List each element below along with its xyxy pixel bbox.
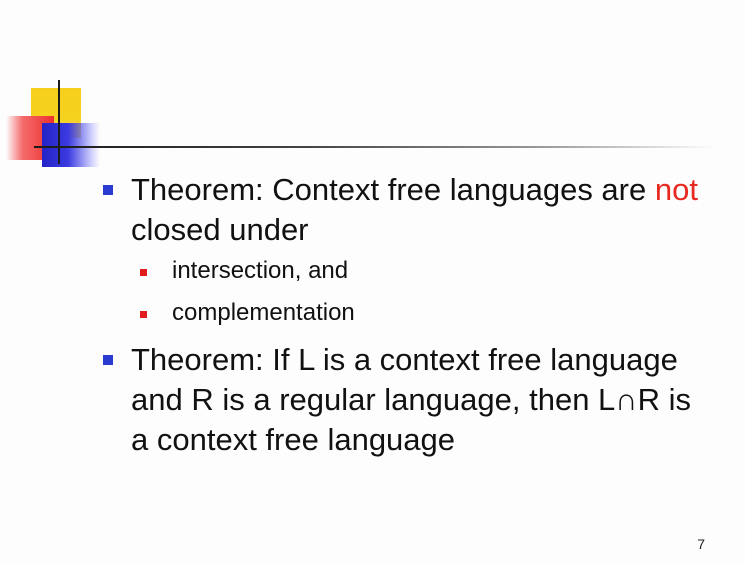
bullet-1-text-before: Theorem: Context free languages are xyxy=(131,172,655,207)
bullet-item-1: Theorem: Context free languages are not … xyxy=(103,170,713,250)
slide: Theorem: Context free languages are not … xyxy=(0,0,745,562)
sub-bullet-1-text: intersection, and xyxy=(172,257,349,284)
small-square-bullet-icon xyxy=(140,269,147,276)
page-number: 7 xyxy=(697,536,705,552)
small-square-bullet-icon xyxy=(140,311,147,318)
square-bullet-icon xyxy=(103,355,113,365)
bullet-1-emphasis: not xyxy=(654,172,698,207)
corner-logo-decoration xyxy=(0,0,110,170)
sub-bullet-list: intersection, and complementation xyxy=(103,256,713,328)
slide-body: Theorem: Context free languages are not … xyxy=(103,170,713,460)
bullet-2-text: Theorem: If L is a context free language… xyxy=(131,342,691,457)
bullet-1-text-after: closed under xyxy=(131,212,309,247)
sub-bullet-2-text: complementation xyxy=(172,299,355,326)
logo-vertical-line xyxy=(58,80,60,164)
logo-blue-square xyxy=(42,123,100,167)
title-divider-line xyxy=(34,146,714,148)
square-bullet-icon xyxy=(103,185,113,195)
sub-bullet-item-1: intersection, and xyxy=(140,256,713,286)
sub-bullet-item-2: complementation xyxy=(140,298,713,328)
bullet-item-2: Theorem: If L is a context free language… xyxy=(103,340,713,460)
